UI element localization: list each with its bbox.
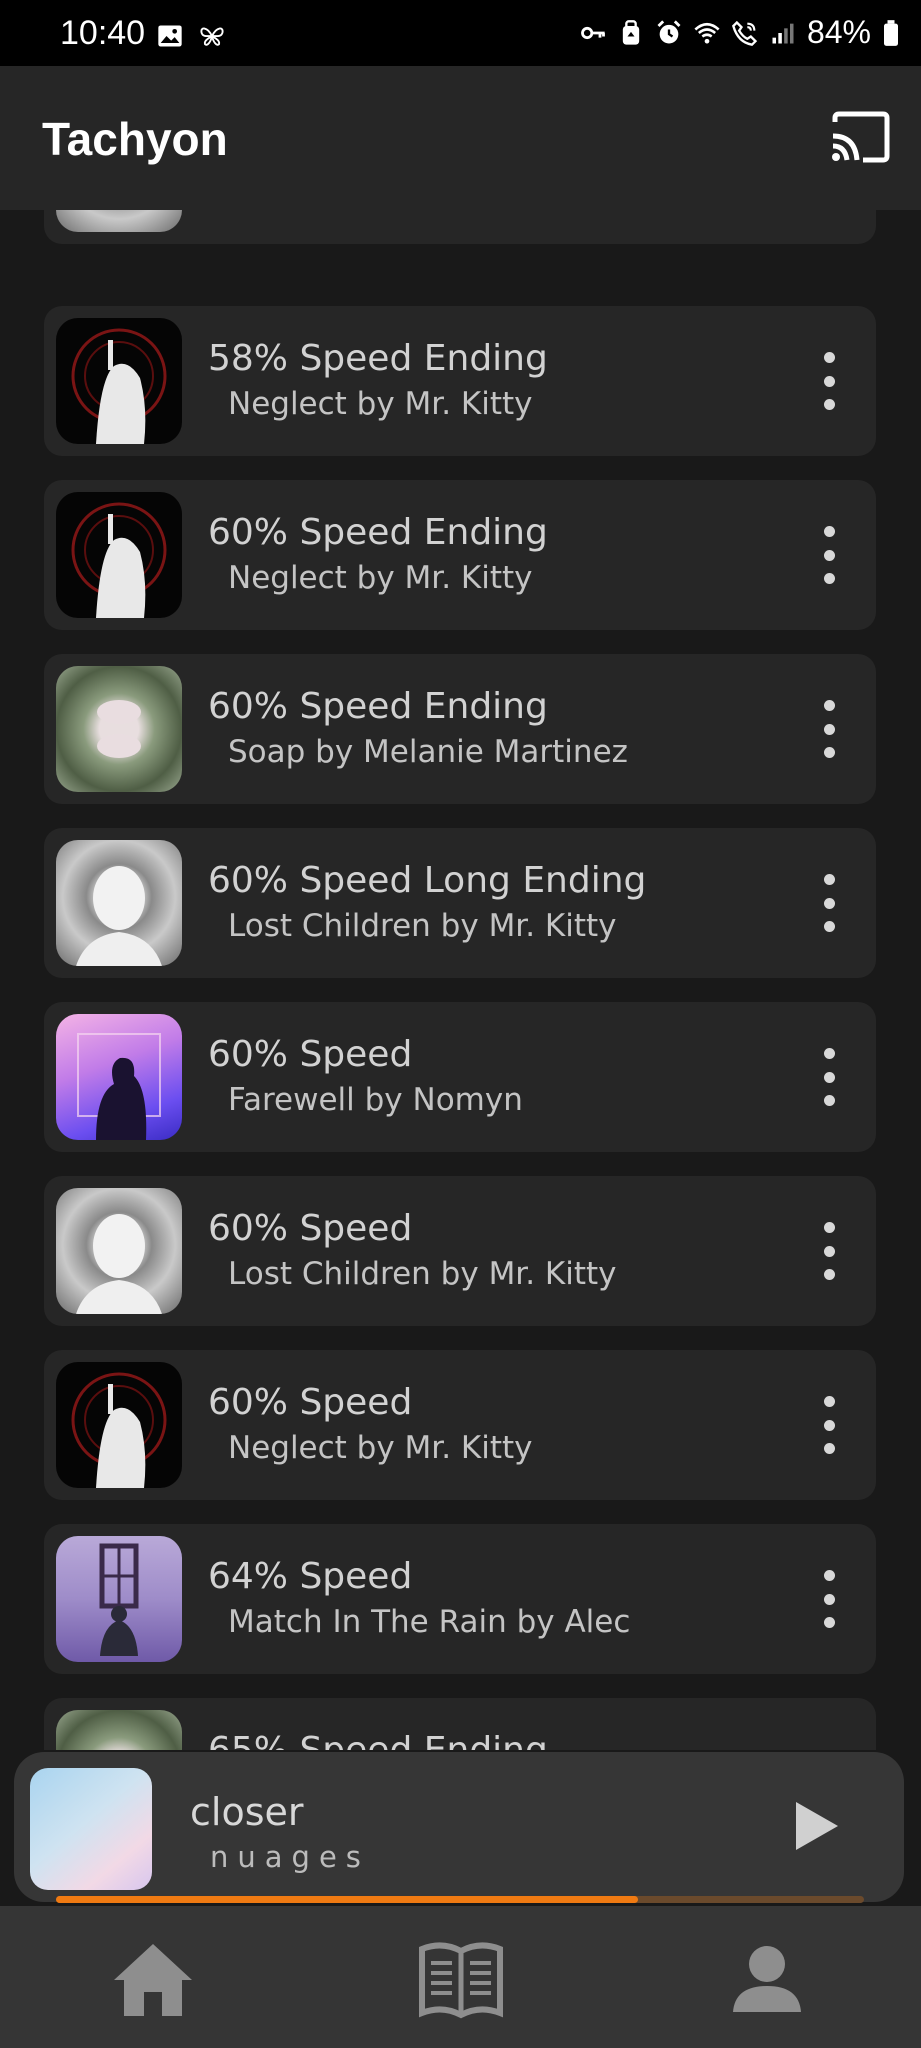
butterfly-icon bbox=[200, 27, 224, 46]
album-art bbox=[56, 1710, 182, 1750]
track-subtitle: Neglect by Mr. Kitty bbox=[228, 560, 533, 596]
album-art bbox=[56, 1014, 182, 1140]
wifi-call-icon bbox=[731, 20, 758, 46]
now-playing-art bbox=[30, 1768, 152, 1890]
nav-profile[interactable] bbox=[722, 1936, 812, 2022]
list-item[interactable]: 60% Speed Ending Neglect by Mr. Kitty bbox=[44, 480, 876, 630]
now-playing-title: closer bbox=[190, 1790, 304, 1834]
track-title: 60% Speed Ending bbox=[208, 512, 548, 553]
track-subtitle: Farewell by Nomyn bbox=[228, 1082, 523, 1118]
more-options-icon[interactable] bbox=[822, 874, 836, 932]
list-item[interactable] bbox=[44, 210, 876, 244]
battery-icon bbox=[884, 19, 898, 46]
nav-home[interactable] bbox=[108, 1936, 198, 2022]
track-subtitle: Soap by Melanie Martinez bbox=[228, 734, 628, 770]
track-title: 60% Speed bbox=[208, 1034, 413, 1075]
playback-progress-fill bbox=[56, 1896, 638, 1903]
home-icon bbox=[114, 1944, 192, 2016]
status-time: 10:40 bbox=[60, 14, 146, 52]
signal-icon bbox=[772, 23, 794, 43]
more-options-icon[interactable] bbox=[822, 1396, 836, 1454]
track-list[interactable]: 58% Speed Ending Neglect by Mr. Kitty 60… bbox=[0, 210, 921, 1750]
bottom-nav bbox=[0, 1906, 921, 2048]
album-art bbox=[56, 210, 182, 232]
lock-shield-icon bbox=[622, 19, 640, 45]
track-title: 60% Speed bbox=[208, 1208, 413, 1249]
nav-library[interactable] bbox=[416, 1936, 506, 2022]
app-bar: Tachyon bbox=[0, 66, 921, 210]
album-art bbox=[56, 666, 182, 792]
album-art bbox=[56, 1188, 182, 1314]
app-title: Tachyon bbox=[42, 113, 228, 165]
more-options-icon[interactable] bbox=[822, 1048, 836, 1106]
play-icon bbox=[796, 1802, 838, 1850]
list-item[interactable]: 65% Speed Ending bbox=[44, 1698, 876, 1750]
album-art bbox=[56, 1362, 182, 1488]
more-options-icon[interactable] bbox=[822, 700, 836, 758]
track-subtitle: Neglect by Mr. Kitty bbox=[228, 1430, 533, 1466]
list-item[interactable]: 60% Speed Lost Children by Mr. Kitty bbox=[44, 1176, 876, 1326]
status-right-icons: 84% bbox=[579, 14, 901, 51]
play-button[interactable] bbox=[794, 1800, 840, 1852]
alarm-icon bbox=[657, 19, 681, 43]
track-title: 58% Speed Ending bbox=[208, 338, 548, 379]
now-playing-bar[interactable]: closer nuages bbox=[14, 1752, 904, 1903]
track-subtitle: Match In The Rain by Alec bbox=[228, 1604, 631, 1640]
track-title: 64% Speed bbox=[208, 1556, 413, 1597]
playback-progress[interactable] bbox=[56, 1896, 864, 1903]
album-art bbox=[56, 318, 182, 444]
profile-icon bbox=[733, 1946, 801, 2012]
image-icon bbox=[158, 25, 182, 47]
cast-icon bbox=[832, 111, 890, 163]
list-item[interactable]: 64% Speed Match In The Rain by Alec bbox=[44, 1524, 876, 1674]
library-book-icon bbox=[419, 1942, 503, 2019]
status-left-icons bbox=[156, 22, 226, 50]
album-art bbox=[56, 840, 182, 966]
now-playing-artist: nuages bbox=[210, 1840, 370, 1874]
track-subtitle: Lost Children by Mr. Kitty bbox=[228, 1256, 617, 1292]
wifi-icon bbox=[694, 22, 720, 43]
track-title: 60% Speed bbox=[208, 1382, 413, 1423]
more-options-icon[interactable] bbox=[822, 526, 836, 584]
list-item[interactable]: 60% Speed Neglect by Mr. Kitty bbox=[44, 1350, 876, 1500]
cast-button[interactable] bbox=[829, 110, 891, 164]
track-title: 60% Speed Ending bbox=[208, 686, 548, 727]
list-item[interactable]: 60% Speed Ending Soap by Melanie Martine… bbox=[44, 654, 876, 804]
more-options-icon[interactable] bbox=[822, 1222, 836, 1280]
track-subtitle: Lost Children by Mr. Kitty bbox=[228, 908, 617, 944]
list-item[interactable]: 58% Speed Ending Neglect by Mr. Kitty bbox=[44, 306, 876, 456]
album-art bbox=[56, 492, 182, 618]
more-options-icon[interactable] bbox=[822, 352, 836, 410]
battery-percent: 84% bbox=[806, 14, 871, 50]
track-subtitle: Neglect by Mr. Kitty bbox=[228, 386, 533, 422]
status-bar: 10:40 84% bbox=[0, 0, 921, 66]
key-icon bbox=[581, 26, 605, 39]
list-item[interactable]: 60% Speed Long Ending Lost Children by M… bbox=[44, 828, 876, 978]
list-item[interactable]: 60% Speed Farewell by Nomyn bbox=[44, 1002, 876, 1152]
track-title: 60% Speed Long Ending bbox=[208, 860, 647, 901]
track-title: 65% Speed Ending bbox=[208, 1730, 548, 1750]
more-options-icon[interactable] bbox=[822, 1570, 836, 1628]
album-art bbox=[56, 1536, 182, 1662]
